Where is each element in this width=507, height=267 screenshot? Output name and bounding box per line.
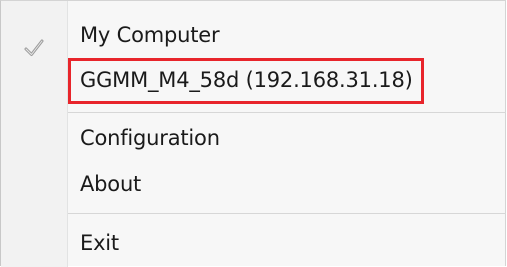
- context-menu: My Computer GGMM_M4_58d (192.168.31.18) …: [0, 0, 507, 267]
- menu-item-label: About: [80, 172, 142, 196]
- menu-item-label: GGMM_M4_58d (192.168.31.18): [80, 68, 413, 92]
- menu-item-label: Exit: [80, 231, 119, 255]
- check-icon: [24, 39, 44, 56]
- menu-item-exit[interactable]: Exit: [1, 223, 507, 263]
- menu-item-my-computer[interactable]: My Computer: [1, 15, 507, 56]
- menu-item-about[interactable]: About: [1, 164, 507, 204]
- menu-item-ggmm-device[interactable]: GGMM_M4_58d (192.168.31.18): [1, 60, 507, 100]
- menu-item-configuration[interactable]: Configuration: [1, 118, 507, 158]
- menu-separator: [68, 213, 506, 214]
- menu-item-label: My Computer: [80, 23, 220, 47]
- menu-item-label: Configuration: [80, 126, 220, 150]
- menu-separator: [68, 112, 506, 113]
